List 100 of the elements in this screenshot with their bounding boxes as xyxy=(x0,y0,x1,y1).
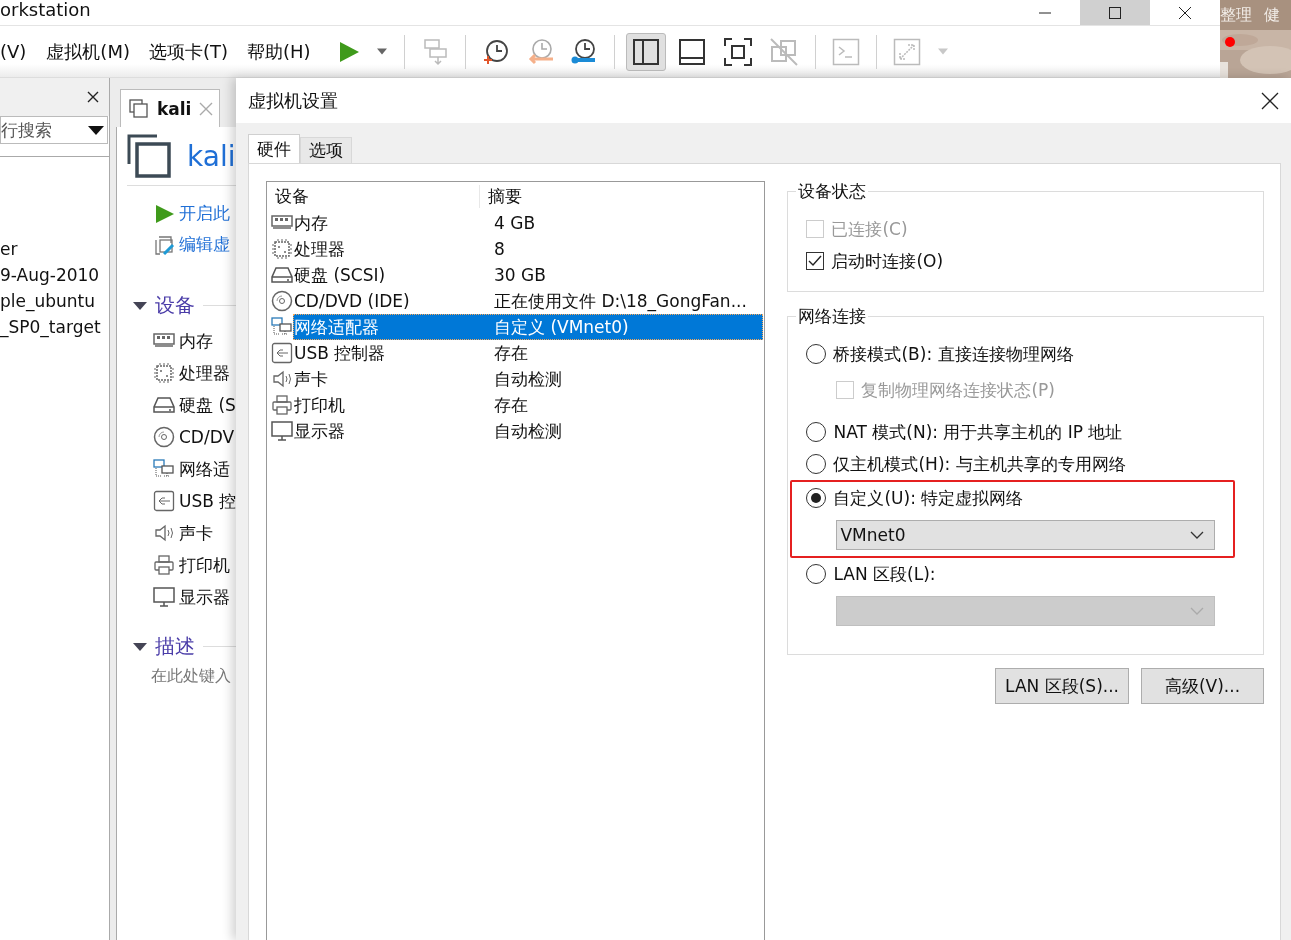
printer-icon xyxy=(153,554,175,576)
close-icon[interactable] xyxy=(87,91,99,103)
option-label: NAT 模式(N): 用于共享主机的 IP 地址 xyxy=(833,420,1123,444)
collapse-arrow-icon[interactable] xyxy=(133,641,147,652)
edit-settings-icon xyxy=(155,234,175,255)
clock-wrench-icon xyxy=(569,37,598,66)
action-link[interactable]: 开启此 xyxy=(179,202,230,225)
tab[interactable]: 选项 xyxy=(300,137,352,163)
disc-icon xyxy=(153,426,175,448)
dialog-button[interactable]: 高级(V)... xyxy=(1141,668,1264,704)
maximize-icon xyxy=(1108,5,1122,20)
app-title: orkstation xyxy=(0,0,91,20)
dropdown-arrow-icon xyxy=(88,125,104,135)
device-label[interactable]: USB 控 xyxy=(179,489,237,513)
speaker-icon xyxy=(153,522,175,544)
tree-item[interactable]: _SP0_target xyxy=(0,314,109,340)
table-row[interactable]: 打印机 存在 xyxy=(293,392,764,418)
option-label: 复制物理网络连接状态(P) xyxy=(861,378,1055,402)
description-placeholder[interactable]: 在此处键入 xyxy=(151,666,231,687)
copy-icon xyxy=(129,98,149,119)
device-label[interactable]: 显示器 xyxy=(179,585,230,609)
chevron-icon xyxy=(1190,531,1205,539)
device-label[interactable]: 声卡 xyxy=(179,521,213,545)
menu-item[interactable]: 虚拟机(M) xyxy=(46,39,130,64)
chip-icon xyxy=(153,362,175,384)
table-cell-text: 硬盘 (SCSI) xyxy=(294,263,387,287)
vm-icon xyxy=(127,134,171,178)
device-label[interactable]: 打印机 xyxy=(179,553,230,577)
tree-item[interactable]: 9-Aug-2010 xyxy=(0,262,109,288)
maximize-button[interactable] xyxy=(1080,0,1150,25)
column-header[interactable]: 摘要 xyxy=(480,184,522,208)
drive-icon xyxy=(153,394,175,416)
option-label: 桥接模式(B): 直接连接物理网络 xyxy=(833,342,1074,366)
menu-item[interactable]: 帮助(H) xyxy=(247,39,311,64)
terminal-icon xyxy=(831,37,860,66)
usb-icon xyxy=(271,342,293,364)
option-label: 仅主机模式(H): 与主机共享的专用网络 xyxy=(833,452,1126,476)
table-row[interactable]: 内存 4 GB xyxy=(293,210,764,236)
caret-icon xyxy=(375,48,388,55)
table-row[interactable]: 网络适配器 自定义 (VMnet0) xyxy=(293,314,764,340)
section-heading[interactable]: 描述 xyxy=(155,633,195,660)
device-label[interactable]: 网络适 xyxy=(179,457,230,481)
option-label: LAN 区段(L): xyxy=(833,562,936,586)
table-cell-text: 打印机 xyxy=(294,393,346,417)
device-label[interactable]: 处理器 xyxy=(179,361,230,385)
table-cell: 4 GB xyxy=(494,213,536,233)
table-row[interactable]: 声卡 自动检测 xyxy=(293,366,764,392)
option-label: 启动时连接(O) xyxy=(831,249,944,273)
collapse-arrow-icon[interactable] xyxy=(133,300,147,311)
expand-icon xyxy=(892,37,921,66)
sidebar-layout-icon xyxy=(630,36,661,67)
drive-icon xyxy=(271,264,293,286)
table-row[interactable]: 显示器 自动检测 xyxy=(293,418,764,444)
table-cell-text: 网络适配器 xyxy=(294,315,380,339)
group-title: 设备状态 xyxy=(796,180,869,203)
close-icon[interactable] xyxy=(1261,91,1279,110)
table-cell-text: 内存 xyxy=(294,211,329,235)
section-heading[interactable]: 设备 xyxy=(155,292,195,319)
checkbox[interactable] xyxy=(806,252,825,270)
table-cell-text: USB 控制器 xyxy=(294,341,387,365)
table-row[interactable]: USB 控制器 存在 xyxy=(293,340,764,366)
dialog-title: 虚拟机设置 xyxy=(248,88,338,113)
search-field[interactable]: 行搜索 xyxy=(0,116,108,144)
tree-item[interactable]: er xyxy=(0,236,109,262)
unity-icon xyxy=(768,36,799,67)
dropdown[interactable]: VMnet0 xyxy=(836,520,1216,550)
sidebar-layout-button[interactable] xyxy=(625,32,666,71)
usb-icon xyxy=(153,490,175,512)
group-title: 网络连接 xyxy=(796,305,869,328)
minimize-icon xyxy=(1038,11,1052,14)
tab[interactable]: 硬件 xyxy=(248,134,300,163)
device-label[interactable]: 内存 xyxy=(179,329,213,353)
table-row[interactable]: 硬盘 (SCSI) 30 GB xyxy=(293,262,764,288)
table-cell: 30 GB xyxy=(494,265,546,285)
table-row[interactable]: CD/DVD (IDE) 正在使用文件 D:\18_GongFan... xyxy=(293,288,764,314)
device-label[interactable]: CD/DV xyxy=(179,427,235,447)
monitor-icon xyxy=(271,420,293,442)
option-label: 已连接(C) xyxy=(831,217,908,241)
vm-tab[interactable]: kali xyxy=(120,89,220,127)
panel-layout-icon xyxy=(676,36,707,67)
dialog-button[interactable]: LAN 区段(S)... xyxy=(995,668,1129,704)
table-row[interactable]: 处理器 8 xyxy=(293,236,764,262)
caret-icon xyxy=(936,48,949,55)
table-cell: 存在 xyxy=(494,341,528,365)
network-icon xyxy=(271,316,293,338)
checkmark-icon xyxy=(807,253,824,269)
status-dot-icon xyxy=(1225,37,1235,47)
device-label[interactable]: 硬盘 (S xyxy=(179,393,236,417)
speaker-icon xyxy=(271,368,293,390)
column-header[interactable]: 设备 xyxy=(267,184,480,208)
chevron-icon xyxy=(1190,607,1205,615)
action-link[interactable]: 编辑虚 xyxy=(179,233,230,256)
menu-item[interactable]: 选项卡(T) xyxy=(148,39,228,64)
monitor-icon xyxy=(153,586,175,608)
play-icon xyxy=(337,39,360,64)
table-cell: 自动检测 xyxy=(494,367,562,391)
menu-item[interactable]: (V) xyxy=(0,41,27,62)
table-cell: 正在使用文件 D:\18_GongFan... xyxy=(494,289,747,313)
table-cell-text: 声卡 xyxy=(294,367,329,391)
tree-item[interactable]: ple_ubuntu xyxy=(0,288,109,314)
